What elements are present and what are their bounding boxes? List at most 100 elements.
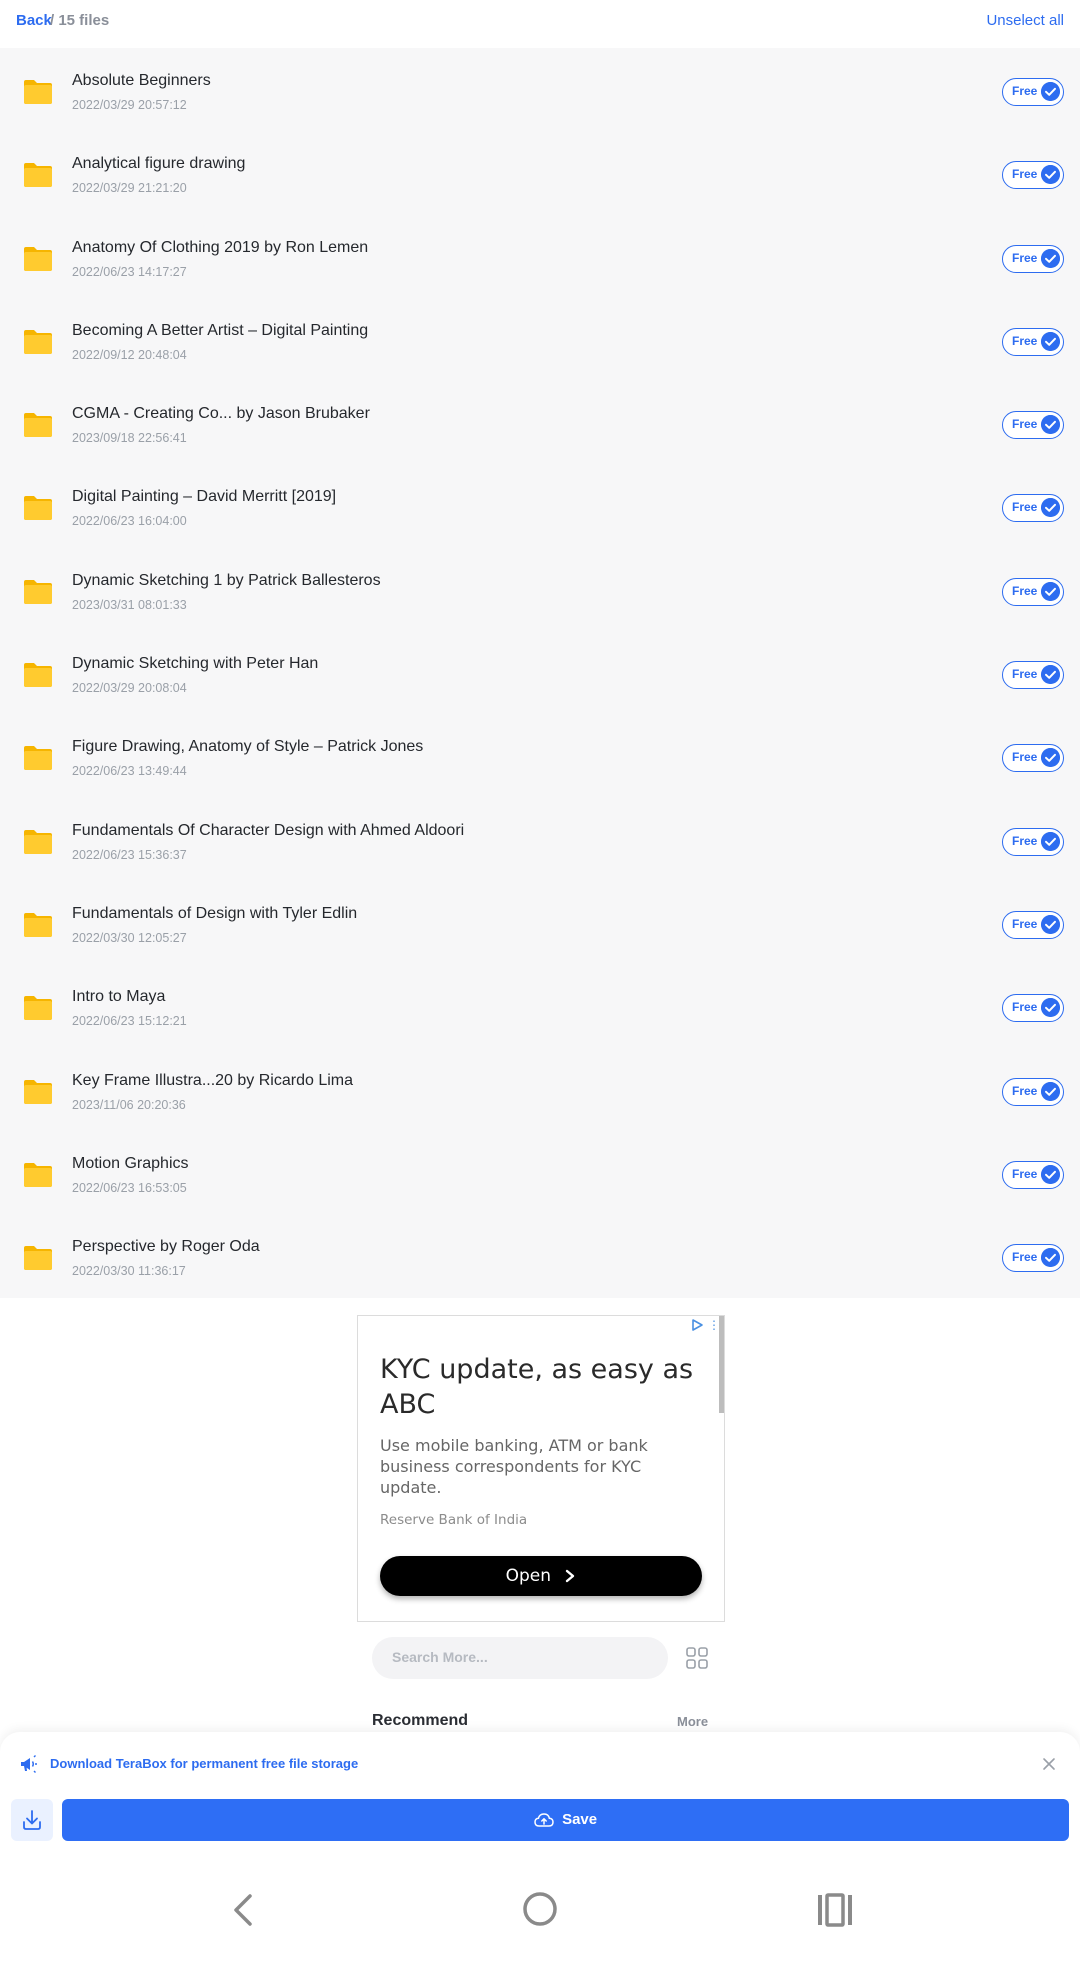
download-icon: [23, 1810, 41, 1830]
free-selected-badge[interactable]: Free: [1002, 661, 1064, 690]
save-button-content: Save: [62, 1799, 1069, 1841]
free-selected-badge[interactable]: Free: [1002, 1160, 1064, 1189]
chevron-right-icon: [566, 1569, 575, 1583]
check-circle-icon: [1041, 581, 1060, 601]
free-label: Free: [1012, 167, 1038, 182]
file-name: Becoming A Better Artist – Digital Paint…: [72, 321, 369, 339]
free-label: Free: [1012, 417, 1038, 432]
file-date: 2022/03/29 20:57:12: [72, 98, 187, 112]
free-label: Free: [1012, 833, 1038, 848]
file-date: 2022/03/29 21:21:20: [72, 181, 187, 196]
check-circle-icon: [1041, 914, 1060, 934]
file-row[interactable]: Dynamic Sketching with Peter Han 2022/03…: [0, 631, 1080, 714]
ad-source: Reserve Bank of India: [380, 1512, 528, 1528]
file-name: Absolute Beginners: [72, 72, 211, 89]
free-selected-badge[interactable]: Free: [1002, 910, 1064, 939]
free-selected-badge[interactable]: Free: [1002, 494, 1064, 523]
adchoices-icon[interactable]: [690, 1318, 704, 1332]
close-icon[interactable]: [1041, 1756, 1057, 1772]
file-date: 2022/03/30 12:05:27: [72, 930, 187, 945]
file-row[interactable]: Dynamic Sketching 1 by Patrick Ballester…: [0, 548, 1080, 631]
check-circle-icon: [1041, 331, 1060, 351]
folder-icon: [24, 746, 52, 771]
system-nav-bar: [0, 1862, 1080, 1961]
download-promo-link[interactable]: Download TeraBox for permanent free file…: [50, 1756, 358, 1771]
file-row[interactable]: CGMA - Creating Co... by Jason Brubaker …: [0, 381, 1080, 464]
free-label: Free: [1012, 750, 1038, 765]
ad-menu-icon[interactable]: ⋮: [708, 1318, 720, 1332]
file-row[interactable]: Figure Drawing, Anatomy of Style – Patri…: [0, 714, 1080, 797]
download-button[interactable]: [11, 1799, 53, 1841]
file-row[interactable]: Fundamentals Of Character Design with Ah…: [0, 798, 1080, 881]
top-bar: Back / 15 files Unselect all: [0, 0, 1080, 48]
ad-open-button[interactable]: Open: [380, 1556, 702, 1596]
check-circle-icon: [1041, 748, 1060, 768]
free-selected-badge[interactable]: Free: [1002, 994, 1064, 1023]
file-row[interactable]: Anatomy Of Clothing 2019 by Ron Lemen 20…: [0, 215, 1080, 298]
free-label: Free: [1012, 1083, 1038, 1098]
file-name: Anatomy Of Clothing 2019 by Ron Lemen: [72, 238, 369, 256]
free-selected-badge[interactable]: Free: [1002, 327, 1064, 356]
file-date: 2022/06/23 16:53:05: [72, 1180, 187, 1195]
file-row[interactable]: Intro to Maya 2022/06/23 15:12:21 Free: [0, 964, 1080, 1047]
file-date: 2023/11/06 20:20:36: [72, 1097, 186, 1112]
grid-icon[interactable]: [686, 1647, 708, 1669]
search-placeholder: Search More...: [392, 1649, 488, 1665]
file-date: 2022/03/29 20:08:04: [72, 681, 187, 696]
search-input[interactable]: Search More...: [372, 1637, 668, 1679]
nav-home-icon[interactable]: [521, 1890, 559, 1928]
file-row[interactable]: Fundamentals of Design with Tyler Edlin …: [0, 881, 1080, 964]
megaphone-icon: [21, 1755, 37, 1773]
folder-icon: [24, 1162, 52, 1187]
check-circle-icon: [1041, 1164, 1060, 1184]
file-name: Key Frame Illustra...20 by Ricardo Lima: [72, 1071, 353, 1089]
folder-icon: [24, 1079, 52, 1104]
nav-recents-icon[interactable]: [816, 1892, 854, 1928]
file-row[interactable]: Motion Graphics 2022/06/23 16:53:05 Free: [0, 1131, 1080, 1214]
file-row[interactable]: Perspective by Roger Oda 2022/03/30 11:3…: [0, 1214, 1080, 1297]
file-row[interactable]: Absolute Beginners 2022/03/29 20:57:12 F…: [0, 48, 1080, 131]
check-circle-icon: [1041, 665, 1060, 685]
folder-icon: [24, 413, 52, 438]
folder-icon: [24, 996, 52, 1021]
free-selected-badge[interactable]: Free: [1002, 161, 1064, 190]
ad-open-label: Open: [505, 1566, 551, 1586]
cloud-upload-icon: [534, 1813, 554, 1827]
ad-card[interactable]: ⋮ KYC update, as easy as ABC Use mobile …: [357, 1315, 725, 1622]
folder-icon: [24, 579, 52, 604]
file-date: 2022/06/23 14:17:27: [72, 264, 187, 279]
folder-icon: [24, 80, 52, 104]
file-row[interactable]: Digital Painting – David Merritt [2019] …: [0, 464, 1080, 547]
free-selected-badge[interactable]: Free: [1002, 78, 1064, 106]
folder-icon: [24, 663, 52, 688]
file-row[interactable]: Analytical figure drawing 2022/03/29 21:…: [0, 131, 1080, 214]
file-date: 2022/06/23 15:12:21: [72, 1014, 187, 1029]
free-selected-badge[interactable]: Free: [1002, 411, 1064, 440]
file-date: 2022/03/30 11:36:17: [72, 1264, 186, 1279]
back-link[interactable]: Back: [16, 12, 52, 29]
file-row[interactable]: Becoming A Better Artist – Digital Paint…: [0, 298, 1080, 381]
free-selected-badge[interactable]: Free: [1002, 1244, 1064, 1273]
free-label: Free: [1012, 84, 1038, 98]
folder-icon: [24, 329, 52, 354]
file-count: / 15 files: [50, 12, 110, 29]
free-label: Free: [1012, 333, 1038, 348]
save-button[interactable]: Save: [62, 1799, 1069, 1841]
free-selected-badge[interactable]: Free: [1002, 827, 1064, 856]
free-selected-badge[interactable]: Free: [1002, 1077, 1064, 1106]
more-link[interactable]: More: [677, 1714, 708, 1729]
ad-title: KYC update, as easy as ABC: [380, 1354, 694, 1420]
free-label: Free: [1012, 583, 1038, 598]
nav-back-icon[interactable]: [228, 1892, 258, 1928]
file-name: Intro to Maya: [72, 988, 166, 1006]
free-selected-badge[interactable]: Free: [1002, 244, 1064, 273]
free-selected-badge[interactable]: Free: [1002, 577, 1064, 606]
file-row[interactable]: Key Frame Illustra...20 by Ricardo Lima …: [0, 1048, 1080, 1131]
free-label: Free: [1012, 916, 1038, 931]
file-name: CGMA - Creating Co... by Jason Brubaker: [72, 405, 370, 423]
file-name: Analytical figure drawing: [72, 155, 246, 173]
free-selected-badge[interactable]: Free: [1002, 744, 1064, 773]
unselect-all-link[interactable]: Unselect all: [986, 12, 1064, 29]
file-name: Digital Painting – David Merritt [2019]: [72, 488, 337, 506]
folder-icon: [24, 246, 52, 271]
